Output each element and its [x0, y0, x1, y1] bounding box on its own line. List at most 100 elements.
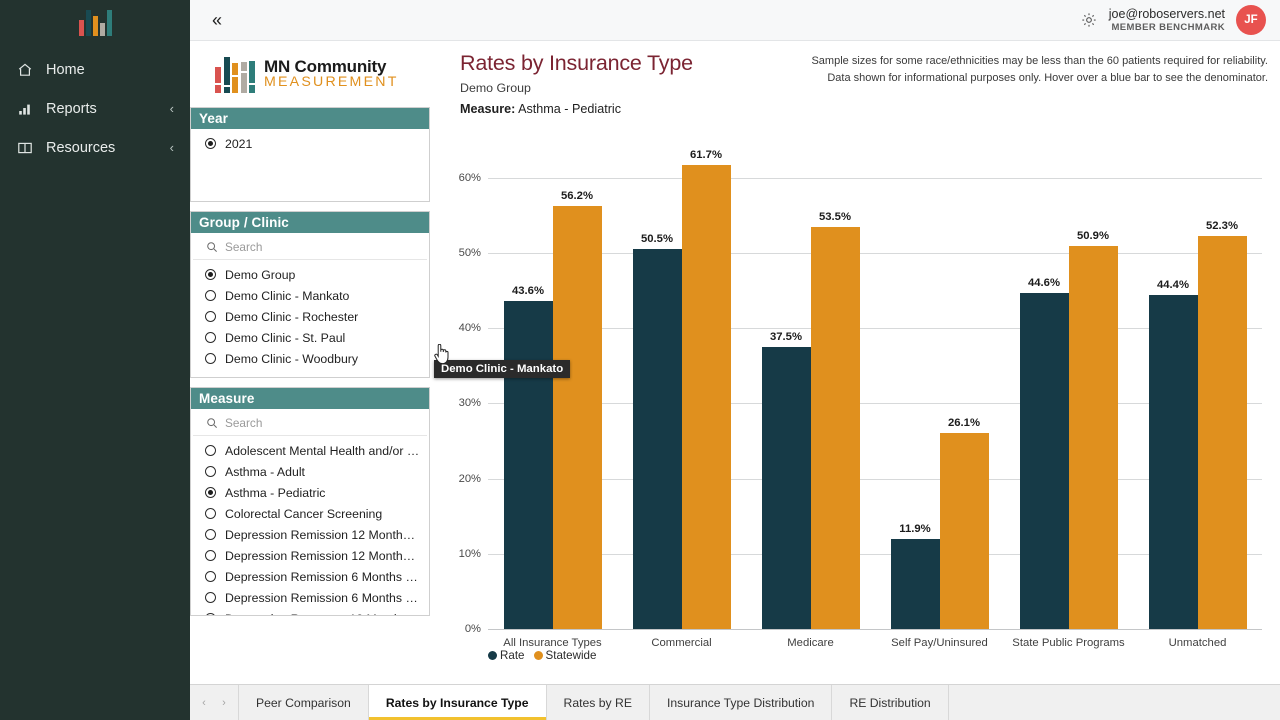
bar-groups: 43.6% 56.2% All Insurance Types 50.5% 61.7% C… [488, 140, 1262, 649]
radio-icon[interactable] [205, 529, 216, 540]
measure-option-4[interactable]: Depression Remission 12 Months - Adolesc… [191, 524, 429, 545]
legend-label: Rate [500, 649, 525, 662]
tab-rates-by-insurance-type[interactable]: Rates by Insurance Type [368, 685, 547, 720]
bar-value-label: 37.5% [769, 330, 803, 343]
y-axis-tick: 0% [464, 623, 481, 635]
bar-statewide[interactable]: 26.1% [939, 417, 989, 629]
radio-icon[interactable] [205, 353, 216, 364]
option-label: Depression Remission 12 Months - Adult [225, 548, 421, 563]
radio-icon[interactable] [205, 487, 216, 498]
bar-statewide[interactable]: 53.5% [810, 211, 860, 629]
filter-year-option-2021[interactable]: 2021 [191, 133, 429, 154]
tab-peer-comparison[interactable]: Peer Comparison [239, 685, 369, 720]
measure-option-0[interactable]: Adolescent Mental Health and/or Depressi… [191, 440, 429, 461]
bar-value-label: 43.6% [511, 285, 545, 297]
radio-icon[interactable] [205, 613, 216, 615]
measure-option-3[interactable]: Colorectal Cancer Screening [191, 503, 429, 524]
sidebar-nav: Home Reports ‹ Resources ‹ [0, 44, 190, 167]
chevron-left-icon[interactable]: ‹ [170, 140, 174, 155]
account-role: MEMBER BENCHMARK [1111, 21, 1225, 33]
chart-measure-line: Measure: Asthma - Pediatric [460, 102, 1270, 116]
option-label: Depression Remission 6 Months - Adolesce… [225, 569, 421, 584]
sidebar-item-resources[interactable]: Resources ‹ [0, 128, 190, 167]
bar-rate[interactable]: 50.5% [632, 233, 682, 629]
home-icon [16, 61, 33, 78]
bar-rate[interactable]: 44.6% [1019, 277, 1069, 629]
x-axis-label: Commercial [651, 637, 712, 649]
plot-area: 0% 10% 20% 30% 40% 50% 60% 43.6% 56.2% All Insur… [459, 140, 1262, 649]
sidebar-item-home[interactable]: Home [0, 50, 190, 89]
tab-insurance-type-distribution[interactable]: Insurance Type Distribution [649, 685, 833, 720]
chevron-left-icon[interactable]: ‹ [170, 101, 174, 116]
measure-option-2[interactable]: Asthma - Pediatric [191, 482, 429, 503]
measure-option-7[interactable]: Depression Remission 6 Months - Adult [191, 587, 429, 608]
gear-icon[interactable] [1080, 11, 1098, 29]
bar-value-label: 52.3% [1205, 219, 1239, 232]
collapse-sidebar-button[interactable]: « [204, 7, 230, 33]
bar-rate[interactable]: 11.9% [890, 523, 940, 629]
option-label: 2021 [225, 136, 253, 151]
measure-value: Asthma - Pediatric [518, 102, 621, 116]
radio-icon[interactable] [205, 332, 216, 343]
bar-statewide[interactable]: 52.3% [1197, 220, 1247, 629]
bar-rate[interactable]: 37.5% [761, 331, 811, 629]
sidebar-item-reports[interactable]: Reports ‹ [0, 89, 190, 128]
chart-header: Rates by Insurance Type Demo Group Measu… [450, 51, 1270, 118]
tab-re-distribution[interactable]: RE Distribution [832, 685, 949, 720]
radio-icon[interactable] [205, 138, 216, 149]
search-icon [206, 241, 218, 253]
legend-item[interactable]: Statewide [533, 649, 596, 662]
measure-option-6[interactable]: Depression Remission 6 Months - Adolesce… [191, 566, 429, 587]
group-search-input[interactable]: Search [193, 237, 427, 260]
measure-search-input[interactable]: Search [193, 413, 427, 436]
group-option-mankato[interactable]: Demo Clinic - Mankato [191, 285, 429, 306]
radio-icon[interactable] [205, 550, 216, 561]
tab-rates-by-re[interactable]: Rates by RE [546, 685, 650, 720]
radio-icon[interactable] [205, 290, 216, 301]
bar-value-label: 44.6% [1027, 277, 1061, 290]
sidebar-item-label: Reports [46, 100, 97, 117]
radio-icon[interactable] [205, 508, 216, 519]
bar-statewide[interactable]: 50.9% [1068, 230, 1118, 629]
radio-icon[interactable] [205, 445, 216, 456]
measure-option-8[interactable]: Depression Response 12 Months - Adolesce… [191, 608, 429, 615]
option-label: Asthma - Pediatric [225, 485, 326, 500]
radio-icon[interactable] [205, 311, 216, 322]
filter-measure: Measure Search Adolescent Mental Health … [190, 387, 430, 616]
bar-value-label: 50.9% [1076, 230, 1110, 243]
measure-option-5[interactable]: Depression Remission 12 Months - Adult [191, 545, 429, 566]
bar-value-label: 26.1% [947, 416, 981, 429]
account-info[interactable]: joe@roboservers.net MEMBER BENCHMARK [1109, 7, 1225, 33]
option-label: Depression Response 12 Months - Adolesce… [225, 612, 421, 616]
bar-rate[interactable]: 43.6% [503, 285, 553, 629]
group-option-rochester[interactable]: Demo Clinic - Rochester [191, 306, 429, 327]
legend-item[interactable]: Rate [488, 649, 525, 662]
legend-swatch-icon [533, 651, 543, 660]
group-option-woodbury[interactable]: Demo Clinic - Woodbury [191, 348, 429, 369]
bar-rate[interactable]: 44.4% [1148, 279, 1198, 629]
tab-prev-button[interactable]: ‹ [194, 685, 214, 720]
option-label: Depression Remission 6 Months - Adult [225, 590, 421, 605]
radio-icon[interactable] [205, 592, 216, 603]
y-axis-tick: 40% [458, 322, 481, 335]
y-axis-tick: 50% [458, 246, 481, 259]
y-axis-tick: 20% [458, 472, 481, 485]
bar-statewide[interactable]: 61.7% [681, 149, 731, 629]
x-axis-label: Unmatched [1168, 637, 1227, 649]
group-option-demo-group[interactable]: Demo Group [191, 264, 429, 285]
sidebar-item-label: Home [46, 61, 85, 78]
radio-icon[interactable] [205, 571, 216, 582]
brand-logo: MN Community MEASUREMENT [190, 41, 440, 107]
mouse-cursor-icon [433, 343, 450, 370]
avatar[interactable]: JF [1236, 5, 1266, 35]
filter-year-header: Year [191, 108, 429, 129]
option-label: Asthma - Adult [225, 464, 305, 479]
group-option-st-paul[interactable]: Demo Clinic - St. Paul [191, 327, 429, 348]
radio-icon[interactable] [205, 466, 216, 477]
tab-next-button[interactable]: › [214, 685, 234, 720]
measure-option-1[interactable]: Asthma - Adult [191, 461, 429, 482]
measure-search-placeholder: Search [225, 416, 263, 430]
disclaimer-line-1: Sample sizes for some race/ethnicities m… [811, 55, 1268, 67]
bar-statewide[interactable]: 56.2% [552, 190, 602, 629]
radio-icon[interactable] [205, 269, 216, 280]
